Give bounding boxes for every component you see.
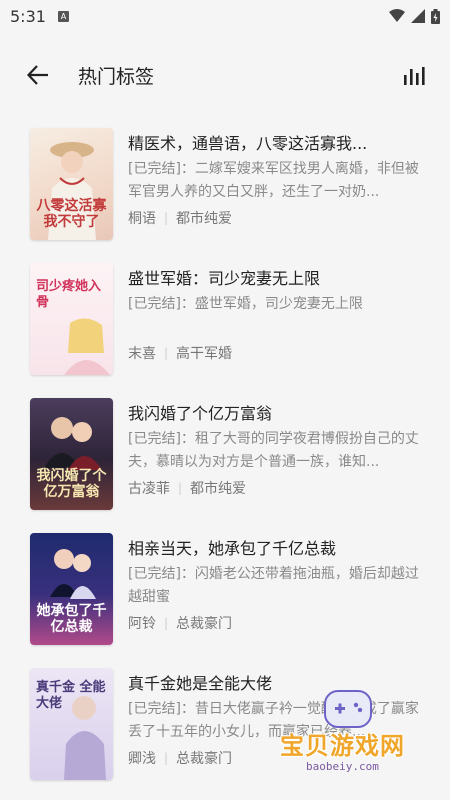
app-header: 热门标签: [0, 32, 450, 118]
divider: |: [164, 346, 169, 360]
cover-title: 她承包了千亿总裁: [36, 603, 107, 635]
ranking-button[interactable]: [400, 62, 426, 88]
list-item[interactable]: 我闪婚了个亿万富翁 我闪婚了个亿万富翁 [已完结]：租了大哥的同学夜君博假扮自己…: [0, 388, 450, 523]
wifi-icon: [389, 9, 405, 22]
book-cover[interactable]: 八零这活寡 我不守了: [30, 128, 113, 240]
book-title[interactable]: 盛世军婚：司少宠妻无上限: [128, 265, 422, 289]
book-summary: [已完结]：租了大哥的同学夜君博假扮自己的丈夫，慕晴以为对方是个普通一族，谁知.…: [128, 431, 419, 470]
page-title: 热门标签: [78, 65, 155, 88]
book-title[interactable]: 我闪婚了个亿万富翁: [128, 400, 422, 424]
cover-title: 司少疼她入骨: [36, 279, 102, 310]
book-title[interactable]: 精医术，通兽语，八零这活寡我...: [128, 130, 422, 154]
back-button[interactable]: [26, 61, 54, 89]
cover-title: 八零这活寡 我不守了: [36, 198, 107, 230]
cover-title: 我闪婚了个亿万富翁: [36, 468, 107, 500]
bar-chart-icon: [404, 67, 425, 85]
battery-icon: [431, 8, 440, 24]
divider: |: [164, 616, 169, 630]
book-category: 总裁豪门: [176, 616, 233, 632]
status-time: 5:31: [10, 6, 46, 26]
book-summary: [已完结]：闪婚老公还带着拖油瓶，婚后却越过越甜蜜: [128, 566, 419, 605]
book-category: 高干军婚: [176, 346, 233, 362]
signal-icon: [411, 9, 425, 23]
book-title[interactable]: 相亲当天，她承包了千亿总裁: [128, 535, 422, 559]
book-summary: [已完结]：盛世军婚，司少宠妻无上限: [128, 296, 363, 312]
notification-icon: A: [57, 10, 69, 22]
watermark-url: baobeiy.com: [306, 760, 379, 773]
book-category: 都市纯爱: [190, 481, 247, 497]
status-bar: 5:31 A: [0, 0, 450, 32]
book-category: 都市纯爱: [176, 211, 233, 227]
book-category: 总裁豪门: [176, 751, 233, 767]
book-author: 古凌菲: [128, 481, 170, 497]
book-cover[interactable]: 司少疼她入骨: [30, 263, 113, 375]
list-item[interactable]: 八零这活寡 我不守了 精医术，通兽语，八零这活寡我... [已完结]：二嫁军嫂来…: [0, 118, 450, 253]
gamepad-icon: [324, 690, 372, 728]
divider: |: [164, 211, 169, 225]
book-summary: [已完结]：二嫁军嫂来军区找男人离婚，非但被军官男人养的又白又胖，还生了一对奶.…: [128, 161, 419, 200]
divider: |: [164, 751, 169, 765]
arrow-left-icon: [26, 65, 48, 85]
divider: |: [178, 481, 183, 495]
book-author: 末喜: [128, 346, 156, 362]
book-cover[interactable]: 我闪婚了个亿万富翁: [30, 398, 113, 510]
cover-title: 真千金 全能大佬: [36, 680, 106, 711]
book-cover[interactable]: 真千金 全能大佬: [30, 668, 113, 780]
book-author: 桐语: [128, 211, 156, 227]
list-item[interactable]: 她承包了千亿总裁 相亲当天，她承包了千亿总裁 [已完结]：闪婚老公还带着拖油瓶，…: [0, 523, 450, 658]
watermark-text: 宝贝游戏网: [280, 732, 405, 760]
book-cover[interactable]: 她承包了千亿总裁: [30, 533, 113, 645]
list-item[interactable]: 司少疼她入骨 盛世军婚：司少宠妻无上限 [已完结]：盛世军婚，司少宠妻无上限 末…: [0, 253, 450, 388]
book-author: 卿浅: [128, 751, 156, 767]
book-author: 阿铃: [128, 616, 156, 632]
watermark: 宝贝游戏网 baobeiy.com: [274, 690, 424, 782]
